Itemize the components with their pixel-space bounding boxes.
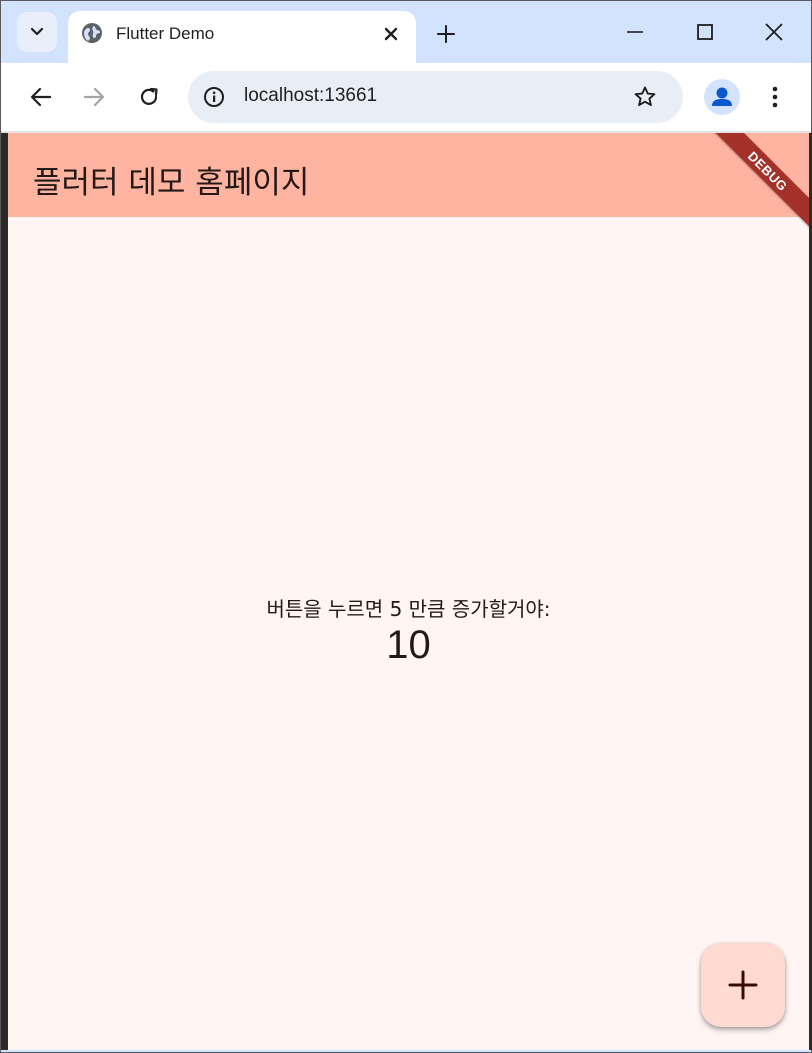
url-text[interactable]: localhost:13661 — [244, 85, 377, 107]
star-icon — [634, 86, 656, 107]
arrow-left-icon — [30, 87, 52, 107]
browser-menu-button[interactable] — [757, 77, 793, 117]
person-icon — [712, 87, 732, 106]
maximize-button[interactable] — [681, 9, 729, 55]
plus-icon — [728, 970, 758, 1000]
minimize-icon — [627, 31, 643, 33]
address-bar[interactable]: localhost:13661 — [188, 71, 683, 123]
new-tab-button[interactable] — [429, 17, 463, 51]
reload-icon — [140, 87, 158, 105]
plus-icon — [437, 25, 455, 43]
reload-button[interactable] — [129, 77, 169, 117]
counter-value: 10 — [386, 623, 431, 667]
tab-title: Flutter Demo — [116, 24, 215, 43]
active-tab[interactable]: Flutter Demo — [68, 11, 416, 63]
increment-fab-button[interactable] — [701, 943, 785, 1027]
window-left-edge — [1, 133, 8, 1050]
forward-button[interactable] — [74, 77, 114, 117]
page-title: 플러터 데모 홈페이지 — [33, 165, 310, 201]
app-bar: 플러터 데모 홈페이지 — [8, 133, 809, 217]
minimize-button[interactable] — [611, 9, 659, 55]
profile-avatar[interactable] — [704, 79, 740, 115]
globe-icon — [82, 23, 102, 43]
browser-window: Flutter Demo localhost:13661 플러터 데모 홈페이지… — [0, 0, 812, 1053]
info-icon — [204, 87, 224, 107]
close-window-button[interactable] — [750, 9, 798, 55]
maximize-icon — [697, 24, 713, 40]
tab-search-button[interactable] — [17, 12, 57, 52]
close-tab-button[interactable] — [378, 21, 404, 47]
app-viewport: 플러터 데모 홈페이지 DEBUG 버튼을 누르면 5 만큼 증가할거야: 10 — [8, 133, 809, 1050]
site-info-button[interactable] — [200, 83, 228, 111]
chevron-down-icon — [30, 27, 44, 36]
back-button[interactable] — [21, 77, 61, 117]
close-icon — [765, 23, 783, 41]
tab-strip: Flutter Demo — [1, 1, 811, 63]
browser-toolbar: localhost:13661 — [1, 63, 811, 131]
more-vert-icon — [772, 86, 778, 108]
arrow-right-icon — [83, 87, 105, 107]
close-icon — [384, 27, 398, 41]
counter-description: 버튼을 누르면 5 만큼 증가할거야: — [266, 597, 551, 621]
bookmark-button[interactable] — [631, 83, 659, 111]
